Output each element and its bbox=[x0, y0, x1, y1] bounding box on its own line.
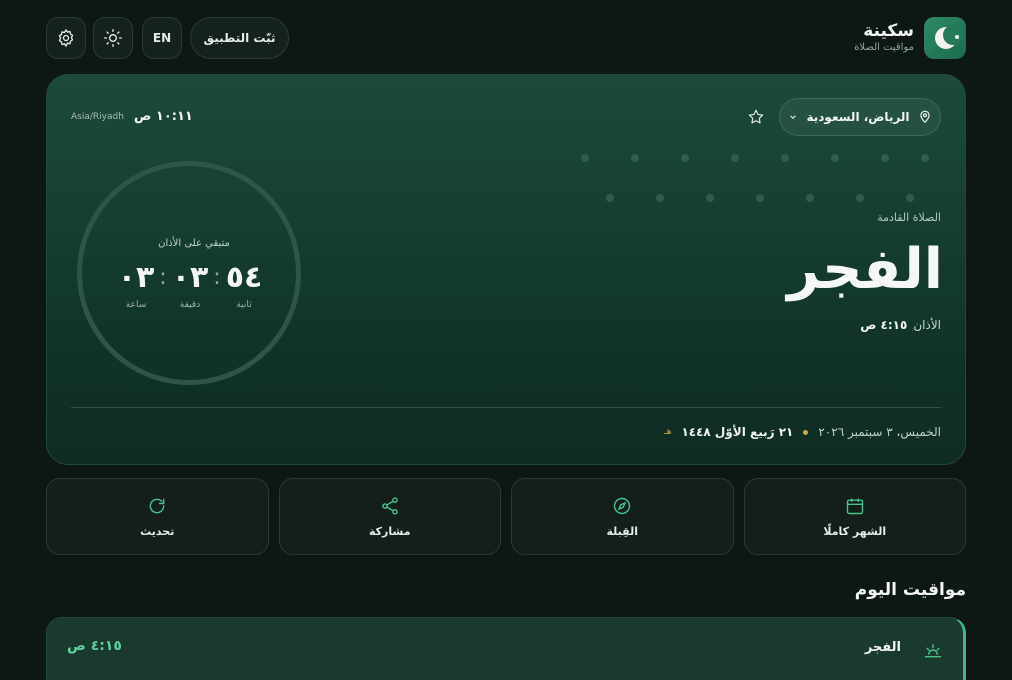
adhan-time-line: الأذان ٤:١٥ ص bbox=[860, 318, 941, 332]
next-prayer-name: الفجر bbox=[787, 237, 943, 302]
top-bar: EN ثبّت التطبيق سكينة مواقيت الصلاة bbox=[46, 16, 966, 60]
share-label: مشاركة bbox=[368, 524, 411, 538]
divider bbox=[71, 407, 941, 408]
refresh-icon bbox=[149, 498, 165, 513]
sunrise-icon bbox=[924, 644, 942, 658]
quick-actions: الشهر كاملًا القِبلة مشاركة تحديث bbox=[46, 478, 966, 555]
timezone-label: Asia/Riyadh bbox=[71, 111, 124, 122]
refresh-label: تحديث bbox=[140, 524, 175, 538]
gregorian-date: الخميس، ٣ سبتمبر ٢٠٢٦ bbox=[818, 425, 941, 439]
full-month-button[interactable]: الشهر كاملًا bbox=[743, 478, 966, 555]
refresh-button[interactable]: تحديث bbox=[46, 478, 269, 555]
compass-icon bbox=[614, 497, 631, 514]
settings-button[interactable] bbox=[46, 17, 86, 59]
countdown-title: متبقي على الأذان bbox=[158, 238, 230, 249]
countdown-ring: متبقي على الأذان ٠٣ ساعة : ٠٣ دقيقة : ٥٤… bbox=[77, 161, 301, 385]
separator-dot bbox=[803, 429, 809, 435]
star-pattern-decoration bbox=[581, 154, 929, 202]
today-times-heading: مواقيت اليوم bbox=[854, 580, 966, 600]
prayer-name: الفجر bbox=[864, 640, 901, 655]
date-line: الخميس، ٣ سبتمبر ٢٠٢٦ ٢١ رَبيع الأوّل ١٤… bbox=[664, 425, 941, 439]
prayer-row-fajr[interactable]: الفجر ٤:١٥ ص bbox=[46, 617, 966, 680]
countdown-seconds-label: ثانية bbox=[236, 300, 252, 310]
countdown-hours-label: ساعة bbox=[125, 300, 147, 310]
share-icon bbox=[381, 496, 398, 515]
next-prayer-card: Asia/Riyadh ١٠:١١ ص الرياض، السعودية الص… bbox=[46, 74, 966, 465]
countdown-seconds: ٥٤ ثانية bbox=[224, 260, 264, 310]
map-pin-icon bbox=[919, 110, 930, 124]
countdown-separator: : bbox=[159, 265, 167, 290]
sun-icon bbox=[104, 29, 123, 47]
next-prayer-label: الصلاة القادمة bbox=[877, 211, 941, 224]
install-app-button[interactable]: ثبّت التطبيق bbox=[190, 17, 289, 59]
star-icon[interactable] bbox=[747, 108, 765, 126]
settings-icon bbox=[58, 28, 74, 48]
chevron-down-icon bbox=[790, 115, 797, 119]
countdown-minutes-label: دقيقة bbox=[179, 300, 201, 310]
countdown-minutes: ٠٣ دقيقة bbox=[170, 260, 210, 310]
current-time-display: Asia/Riyadh ١٠:١١ ص bbox=[71, 109, 193, 124]
hijri-date: ٢١ رَبيع الأوّل ١٤٤٨ bbox=[681, 425, 794, 439]
theme-toggle-button[interactable] bbox=[93, 17, 133, 59]
countdown-seconds-value: ٥٤ bbox=[225, 260, 263, 295]
current-time: ١٠:١١ ص bbox=[133, 109, 193, 124]
language-button[interactable]: EN bbox=[142, 17, 182, 59]
qibla-button[interactable]: القِبلة bbox=[511, 478, 734, 555]
app-subtitle: مواقيت الصلاة bbox=[854, 42, 914, 53]
qibla-label: القِبلة bbox=[606, 524, 638, 538]
app-name: سكينة bbox=[863, 21, 914, 41]
countdown-hours-value: ٠٣ bbox=[117, 260, 155, 295]
location-label: الرياض، السعودية bbox=[806, 110, 910, 124]
location-selector[interactable]: الرياض، السعودية bbox=[779, 98, 941, 136]
adhan-time: ٤:١٥ ص bbox=[860, 318, 908, 332]
full-month-label: الشهر كاملًا bbox=[823, 524, 887, 538]
adhan-label: الأذان bbox=[913, 318, 941, 332]
crescent-logo bbox=[924, 17, 966, 59]
calendar-icon bbox=[846, 498, 863, 514]
share-button[interactable]: مشاركة bbox=[278, 478, 501, 555]
hijri-suffix: هـ bbox=[664, 427, 672, 437]
countdown-hours: ٠٣ ساعة bbox=[116, 260, 156, 310]
countdown-minutes-value: ٠٣ bbox=[171, 260, 209, 295]
prayer-time: ٤:١٥ ص bbox=[67, 638, 122, 654]
brand: سكينة مواقيت الصلاة bbox=[854, 16, 966, 60]
countdown-separator: : bbox=[213, 265, 221, 290]
countdown: ٠٣ ساعة : ٠٣ دقيقة : ٥٤ ثانية bbox=[116, 260, 264, 310]
